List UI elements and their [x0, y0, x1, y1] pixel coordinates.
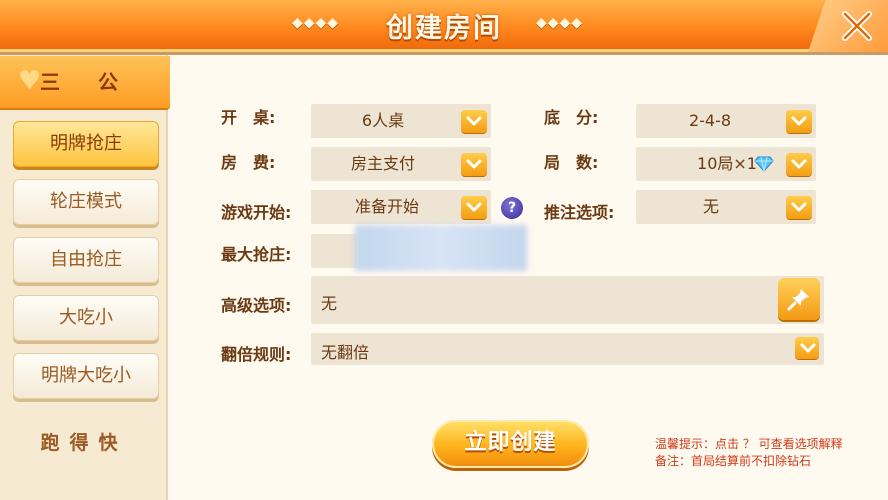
base-score-label: 底 分: [544, 108, 599, 127]
create-room-button[interactable]: 立即创建 [432, 420, 589, 468]
close-icon [842, 11, 872, 41]
tip-line-1: 温馨提示：点击 ？ 可查看选项解释 [655, 437, 843, 451]
chevron-down-icon[interactable] [461, 196, 487, 219]
bet-option-value: 无 [702, 197, 719, 216]
chevron-down-icon[interactable] [795, 337, 819, 359]
sidebar-header-label: 三公 [40, 70, 156, 94]
table-value: 6人桌 [361, 111, 405, 130]
double-rule-label: 翻倍规则: [221, 345, 292, 364]
rounds-select[interactable]: 10局×1 [636, 147, 816, 181]
double-rule-select[interactable]: 无翻倍 [311, 333, 824, 365]
diamond-icon [754, 156, 774, 176]
help-icon[interactable]: ? [501, 197, 523, 219]
pin-icon [787, 289, 809, 311]
base-score-value: 2-4-8 [688, 111, 732, 130]
page-title: 创建房间 [386, 13, 502, 44]
sidebar-item-mingpai-qiangzhuang[interactable]: 明牌抢庄 [13, 121, 159, 167]
sidebar-item-paodekuai[interactable]: 跑得快 [0, 428, 168, 455]
sidebar-item-ziyou-qiangzhuang[interactable]: 自由抢庄 [13, 237, 159, 283]
advanced-field[interactable]: 无 [311, 276, 824, 324]
title-deco-right: ◆◆◆◆ [536, 15, 584, 31]
rounds-label: 局 数: [544, 153, 599, 172]
game-start-label: 游戏开始: [221, 203, 292, 222]
max-banker-label: 最大抢庄: [221, 245, 292, 264]
game-start-value: 准备开始 [354, 197, 419, 216]
fee-select[interactable]: 房主支付 [311, 147, 491, 181]
sidebar-item-lunzhuang[interactable]: 轮庄模式 [13, 179, 159, 225]
title-bar: ◆◆◆◆ 创建房间 ◆◆◆◆ [0, 0, 888, 52]
chevron-down-icon[interactable] [786, 110, 812, 133]
chevron-down-icon[interactable] [461, 110, 487, 133]
sidebar-item-mingpai-dachixiao[interactable]: 明牌大吃小 [13, 353, 159, 399]
game-start-select[interactable]: 准备开始 [311, 190, 491, 224]
chevron-down-icon[interactable] [786, 196, 812, 219]
pin-button[interactable] [778, 278, 820, 320]
chevron-down-icon[interactable] [461, 153, 487, 176]
base-score-select[interactable]: 2-4-8 [636, 104, 816, 138]
heart-icon: ♥ [18, 66, 42, 96]
advanced-value: 无 [321, 294, 338, 313]
max-banker-select[interactable] [311, 234, 357, 268]
fee-value: 房主支付 [350, 154, 415, 173]
table-select[interactable]: 6人桌 [311, 104, 491, 138]
tip-line-2: 备注：首局结算前不扣除钻石 [655, 454, 812, 468]
chevron-down-icon[interactable] [786, 153, 812, 176]
max-banker-options[interactable] [355, 225, 527, 271]
sidebar-item-dachixiao[interactable]: 大吃小 [13, 295, 159, 341]
fee-label: 房 费: [221, 153, 276, 172]
advanced-label: 高级选项: [221, 296, 292, 315]
sidebar-header[interactable]: ♥ 三公 [0, 56, 170, 108]
bet-option-label: 推注选项: [544, 203, 615, 222]
bet-option-select[interactable]: 无 [636, 190, 816, 224]
table-label: 开 桌: [221, 108, 276, 127]
double-rule-value: 无翻倍 [321, 343, 370, 362]
